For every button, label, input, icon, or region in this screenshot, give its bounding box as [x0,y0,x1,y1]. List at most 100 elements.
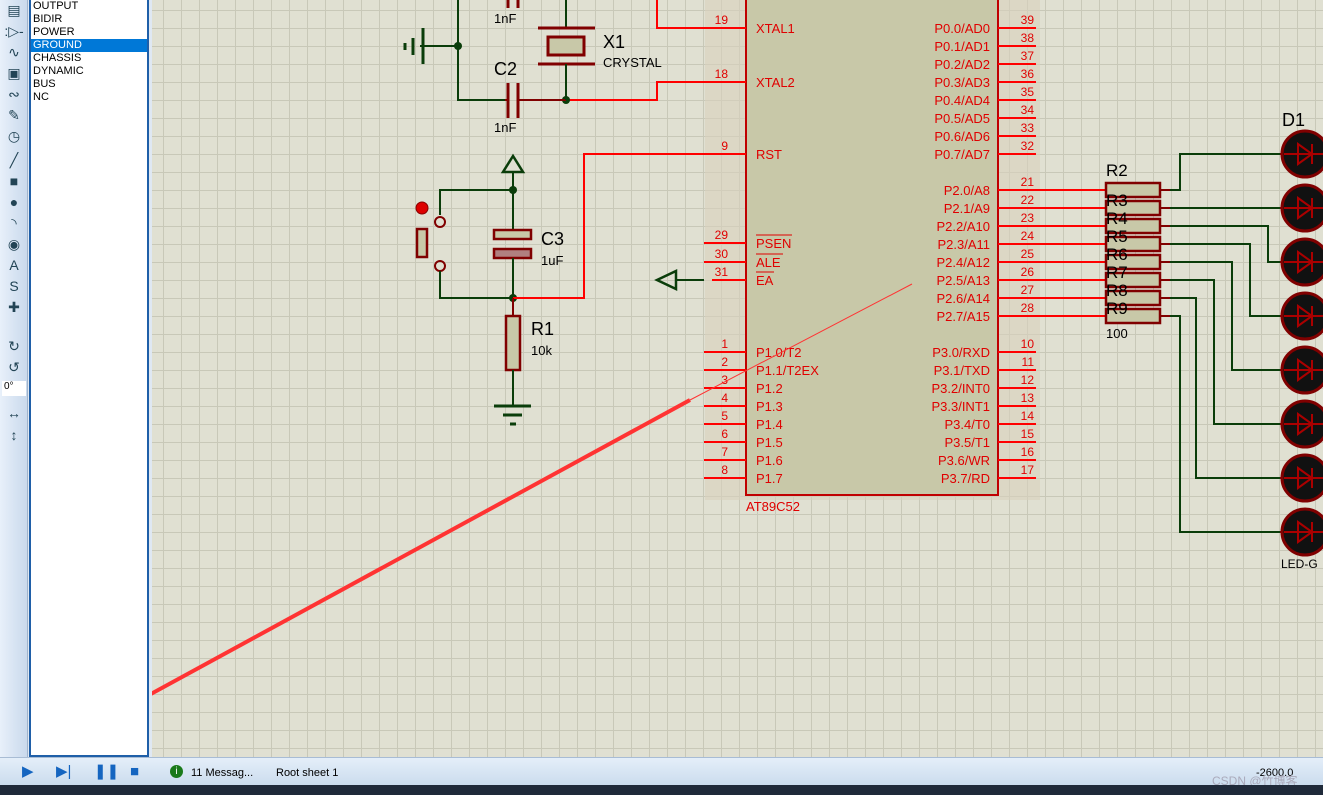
pin-number: 33 [1021,121,1035,135]
pin-label: P0.4/AD4 [934,93,990,108]
pin-label: P3.0/RXD [932,345,990,360]
probe-icon[interactable]: ✎ [3,105,25,125]
wire [1170,297,1280,479]
marker-icon[interactable]: ✚ [3,297,25,317]
pin-number: 30 [715,247,729,261]
pin-label: P0.2/AD2 [934,57,990,72]
pin-label: P2.2/A10 [937,219,991,234]
pin-label: P1.2 [756,381,783,396]
pin-number: 4 [721,391,728,405]
terminal-item[interactable]: POWER [31,26,147,39]
rotate-ccw-icon[interactable]: ↺ [3,357,25,377]
tape-recorder-icon[interactable]: ▣ [3,63,25,83]
terminal-item[interactable]: DYNAMIC [31,65,147,78]
generator-icon[interactable]: ∾ [3,84,25,104]
pin-number: 1 [721,337,728,351]
mirror-x-icon[interactable]: ↔ [3,403,25,423]
mirror-y-icon[interactable]: ↕ [3,425,25,445]
pin-label: P1.3 [756,399,783,414]
arc-icon[interactable]: ◝ [3,213,25,233]
pin-label: P0.0/AD0 [934,21,990,36]
play-button[interactable]: ▶ [22,764,34,780]
pin-number: 11 [1022,355,1035,369]
r1-value: 10k [531,343,552,358]
pin-label: P1.6 [756,453,783,468]
pin-number: 2 [721,355,728,369]
pin-label: XTAL1 [756,21,795,36]
stop-button[interactable]: ■ [130,764,139,780]
terminal-item[interactable]: CHASSIS [31,52,147,65]
pin-number: 22 [1021,193,1035,207]
pin-number: 32 [1021,139,1035,153]
status-bar: ▶ ▶| ❚❚ ■ i 11 Messag... Root sheet 1 -2… [0,757,1323,788]
pin-label: XTAL2 [756,75,795,90]
pin-number: 10 [1021,337,1035,351]
path-icon[interactable]: ◉ [3,234,25,254]
pin-number: 7 [721,445,728,459]
pin-label: P0.3/AD3 [934,75,990,90]
pin-label: P0.1/AD1 [934,39,990,54]
pin-label: P1.0/T2 [756,345,802,360]
wire [439,271,513,299]
pin-label: P1.1/T2EX [756,363,819,378]
switch-contact [434,260,446,272]
pin-number: 36 [1021,67,1035,81]
pause-button[interactable]: ❚❚ [94,764,119,780]
pin-number: 25 [1021,247,1035,261]
circle-icon[interactable]: ● [3,192,25,212]
pin-label: RST [756,147,782,162]
pin-label: P2.0/A8 [944,183,990,198]
pin-number: 24 [1021,229,1035,243]
graph-mode-icon[interactable]: ∿ [3,42,25,62]
rotation-field[interactable]: 0° [2,381,26,396]
wire [1170,279,1280,425]
pin-label: P1.5 [756,435,783,450]
terminal-item[interactable]: BIDIR [31,13,147,26]
pin-label: P0.7/AD7 [934,147,990,162]
schematic[interactable]: AT89C5219XTAL118XTAL29RST29PSEN30ALE31EA… [152,0,1323,757]
c2-ref: C2 [494,59,517,79]
terminal-item[interactable]: OUTPUT [31,0,147,13]
terminal-mode-icon[interactable]: ▤ [3,0,25,20]
c2-value: 1nF [494,120,516,135]
pin-label: P3.7/RD [941,471,990,486]
pin-number: 13 [1021,391,1035,405]
port-mode-icon[interactable]: :▷- [3,21,25,41]
pin-label: P1.7 [756,471,783,486]
schematic-canvas[interactable]: AT89C52 19 XTAL1 18 XTAL2 9 RST 29 PSEN 30 ALE 31 EA… [152,0,1323,757]
pin-label: P2.7/A15 [937,309,991,324]
resistor-r1 [504,314,522,372]
pin-label: P0.5/AD5 [934,111,990,126]
box-icon[interactable]: ■ [3,171,25,191]
terminal-item[interactable]: BUS [31,78,147,91]
junction [454,42,462,50]
pin-label: ALE [756,255,781,270]
terminal-item[interactable]: NC [31,91,147,104]
capacitor-c3 [492,247,533,260]
instruments-icon[interactable]: ◷ [3,126,25,146]
ground-terminal [654,269,678,291]
text-icon[interactable]: A [3,255,25,275]
rotate-cw-icon[interactable]: ↻ [3,336,25,356]
pin-number: 14 [1021,409,1035,423]
pin-number: 6 [721,427,728,441]
resistor-value: 100 [1106,326,1128,341]
line-icon[interactable]: ╱ [3,150,25,170]
switch-contact [434,216,446,228]
terminal-list[interactable]: OUTPUT BIDIR POWER GROUND CHASSIS DYNAMIC BUS N… [29,0,149,757]
pin-number: 38 [1021,31,1035,45]
step-button[interactable]: ▶| [56,764,71,780]
symbol-icon[interactable]: S [3,276,25,296]
pin-number: 17 [1021,463,1035,477]
resistor-ref: R9 [1106,299,1128,318]
pin-label: P2.3/A11 [937,237,990,252]
pin-number: 16 [1021,445,1035,459]
pin-label: P3.3/INT1 [931,399,990,414]
pin-label: P1.4 [756,417,783,432]
terminal-item[interactable]: GROUND [31,39,147,52]
pin-number: 39 [1021,13,1035,27]
messages-count[interactable]: 11 Messag... [191,767,253,779]
capacitor-c3 [492,228,533,241]
x1-ref: X1 [603,32,625,52]
led-value: LED-G [1281,557,1318,571]
